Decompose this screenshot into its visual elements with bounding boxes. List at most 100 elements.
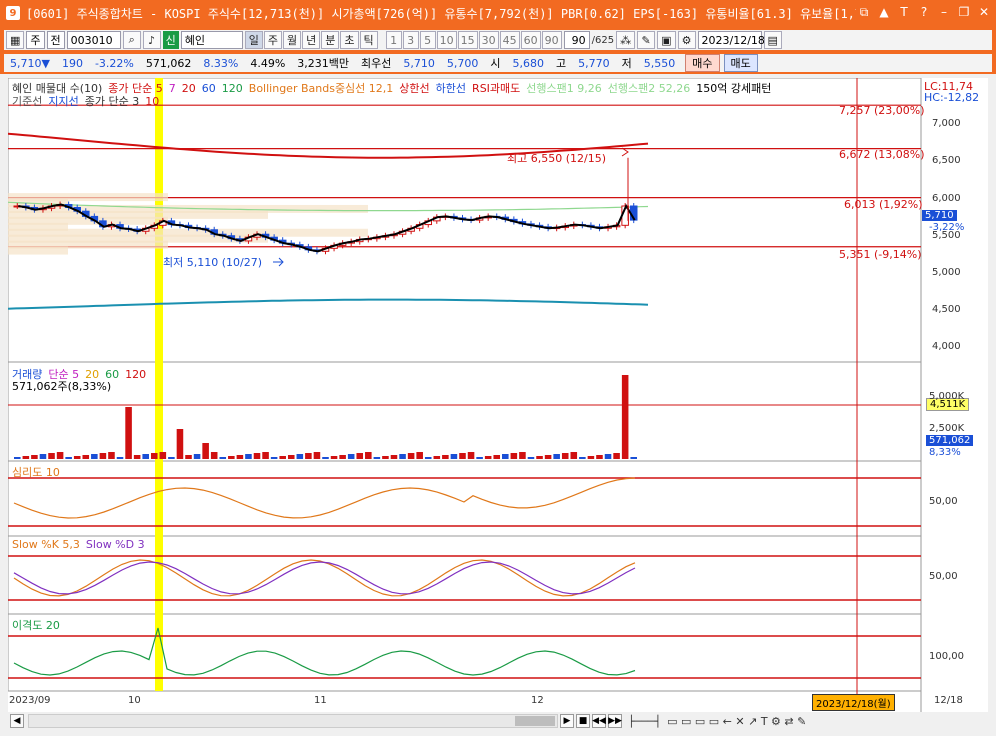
minimize-icon[interactable]: – (936, 4, 952, 20)
chart-scrollbar[interactable]: ◀ ▶ ■ ◀◀ ▶▶ ├───┤ ▭ ▭ ▭ ▭ ← ✕ ↗ T ⚙ ⇄ ✎ (8, 712, 988, 730)
legend-item[interactable]: 기준선 (12, 95, 42, 108)
legend-item[interactable]: Slow %K 5,3 (12, 538, 80, 551)
high-label: 고 (556, 57, 567, 70)
volume-bar (116, 457, 124, 459)
interval-button[interactable]: 90 (541, 31, 562, 49)
prev-icon[interactable]: ◀◀ (592, 714, 606, 728)
volume-bar (82, 455, 90, 459)
interval-button[interactable]: 3 (402, 31, 419, 49)
x-label-sep: 2023/09 (9, 695, 51, 706)
price-change: 190 (61, 56, 83, 70)
chart-canvas[interactable] (8, 78, 988, 712)
current-price: 5,710▼ (10, 56, 50, 70)
next-icon[interactable]: ▶▶ (608, 714, 622, 728)
period-button[interactable]: 틱 (359, 31, 378, 49)
pen-icon[interactable]: ✎ (637, 31, 656, 49)
restore-icon[interactable]: ❐ (956, 4, 972, 20)
volume-bar (14, 457, 21, 459)
legend-item[interactable]: RSI과매도 (472, 82, 520, 95)
help-icon[interactable]: ? (916, 4, 932, 20)
volume-bar (450, 454, 458, 459)
period-button[interactable]: 초 (340, 31, 359, 49)
legend-item[interactable]: 10 (145, 95, 159, 108)
legend-item[interactable]: 20 (182, 82, 196, 95)
settings-icon[interactable]: ⚙ (677, 31, 696, 49)
link-icon[interactable]: ⧉ (856, 4, 872, 20)
volume-bar (133, 455, 141, 459)
period-button[interactable]: 주 (263, 31, 283, 49)
legend-item[interactable]: 종가 단순 3 (85, 95, 139, 108)
legend-item[interactable]: 선행스팬2 52,26 (608, 82, 690, 95)
open-value: 5,680 (512, 56, 545, 70)
mode-select[interactable]: 전 (46, 31, 65, 49)
text-icon[interactable]: T (896, 4, 912, 20)
buy-button[interactable]: 매수 (685, 54, 720, 72)
period-button[interactable]: 일 (244, 31, 263, 49)
volume-pct: 8.33% (203, 56, 239, 70)
close-icon[interactable]: ✕ (976, 4, 992, 20)
volume-bar (330, 456, 338, 459)
best-sell: 5,710 (403, 56, 435, 70)
interval-button[interactable]: 60 (520, 31, 541, 49)
sound-icon[interactable]: ♪ (142, 31, 161, 49)
count-input[interactable]: 90 (563, 31, 590, 49)
volume-bar (159, 452, 167, 459)
interval-button[interactable]: 10 (436, 31, 457, 49)
save-icon[interactable]: ▣ (657, 31, 676, 49)
interval-button[interactable]: 45 (499, 31, 520, 49)
x-label-nov: 11 (314, 695, 327, 706)
price-tick: 6,000 (932, 192, 961, 204)
legend-item[interactable]: 지지선 (48, 95, 78, 108)
volume-bar (579, 457, 586, 459)
legend-item[interactable]: 선행스팬1 9,26 (526, 82, 601, 95)
legend-item[interactable]: 120 (222, 82, 243, 95)
sell-button[interactable]: 매도 (723, 54, 758, 72)
volume-bar (484, 456, 492, 459)
calendar-icon[interactable]: ▤ (763, 31, 782, 49)
legend-item[interactable]: 7 (169, 82, 176, 95)
market-select[interactable]: 주 (26, 31, 45, 49)
chart-area[interactable]: 혜인 매물대 수(10) 종가 단순 5 7 20 60 120 Bollinger Ban… (8, 78, 988, 712)
stoch-legend: Slow %K 5,3 Slow %D 3 (12, 538, 151, 551)
legend-item[interactable]: Slow %D 3 (86, 538, 145, 551)
stock-code-input[interactable]: 003010 (66, 31, 121, 49)
scroll-left-icon[interactable]: ◀ (10, 714, 24, 728)
stop-icon[interactable]: ■ (576, 714, 590, 728)
volume-bar (493, 455, 501, 459)
volume-bar (305, 453, 312, 459)
volume-bar (73, 456, 81, 459)
interval-button[interactable]: 5 (419, 31, 436, 49)
disparity-legend: 이격도 20 (12, 619, 60, 632)
volume-bar (245, 454, 252, 459)
scroll-thumb[interactable] (515, 716, 555, 726)
interval-button[interactable]: 1 (385, 31, 402, 49)
interval-button[interactable]: 15 (457, 31, 478, 49)
window-title: [0601] 주식종합차트 - KOSPI 주식수[12,713(천)] 시가총… (26, 6, 856, 21)
scroll-track[interactable] (28, 714, 558, 728)
legend-item[interactable]: 150억 강세패턴 (696, 82, 771, 95)
period-button[interactable]: 분 (321, 31, 340, 49)
best-buy: 5,700 (446, 56, 479, 70)
scatter-icon[interactable]: ⁂ (616, 31, 636, 49)
volume-bar (279, 456, 286, 459)
legend-item[interactable]: Bollinger Bands중심선 12,1 (249, 82, 394, 95)
legend-item[interactable]: 60 (202, 82, 216, 95)
period-button[interactable]: 월 (283, 31, 302, 49)
layout-icon[interactable]: ▦ (6, 31, 25, 49)
price-tick: 5,000 (932, 266, 961, 278)
volume-bar (322, 457, 329, 459)
alert-icon[interactable]: ▲ (876, 4, 892, 20)
scroll-right-icon[interactable]: ▶ (560, 714, 574, 728)
volume-bar (365, 452, 372, 459)
date-input[interactable]: 2023/12/18 (697, 31, 765, 49)
interval-button[interactable]: 30 (478, 31, 499, 49)
price-legend-2: 기준선 지지선 종가 단순 3 10 (12, 93, 165, 109)
legend-item[interactable]: 120 (125, 368, 146, 381)
volume-bar (382, 456, 389, 459)
search-icon[interactable]: ⌕ (122, 31, 141, 49)
legend-item[interactable]: 상한선 (399, 82, 429, 95)
period-button[interactable]: 년 (302, 31, 321, 49)
legend-item[interactable]: 하한선 (436, 82, 466, 95)
tools-icons[interactable]: ▭ ▭ ▭ ▭ ← ✕ ↗ T ⚙ ⇄ ✎ (667, 715, 806, 728)
zoom-slider[interactable]: ├───┤ (628, 715, 661, 728)
